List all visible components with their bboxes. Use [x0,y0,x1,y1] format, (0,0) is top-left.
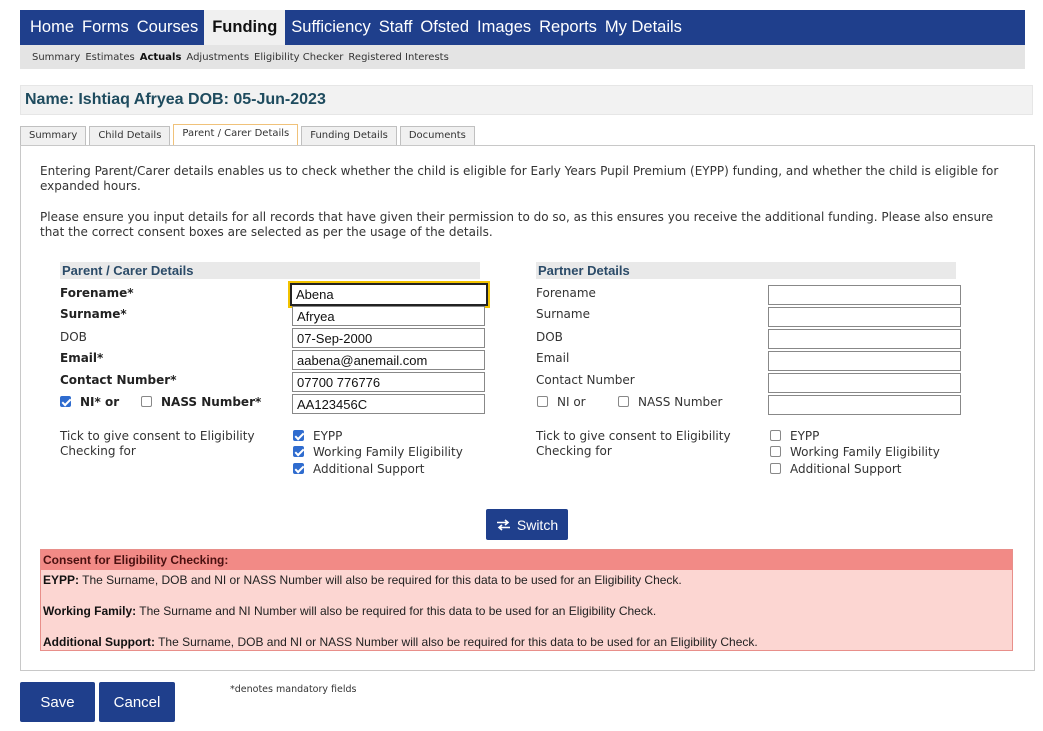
partner-consent-eypp-label: EYPP [790,429,820,443]
parent-consent-label: Tick to give consent to Eligibility Chec… [60,429,255,458]
parent-contact-input[interactable] [292,372,485,392]
parent-nass-checkbox[interactable] [141,396,152,407]
parent-consent-eypp-checkbox[interactable] [293,430,304,441]
partner-consent-label: Tick to give consent to Eligibility Chec… [536,429,731,458]
partner-forename-label: Forename [536,286,596,300]
consent-heading: Consent for Eligibility Checking: [41,550,1012,570]
swap-arrows-icon [496,518,510,531]
nav-ofsted[interactable]: Ofsted [416,10,473,45]
nav-reports[interactable]: Reports [535,10,601,45]
consent-key-eypp: EYPP: [43,573,80,587]
partner-contact-label: Contact Number [536,373,635,387]
tab-bar: Summary Child Details Parent / Carer Det… [20,124,478,145]
parent-consent-eypp-label: EYPP [313,429,343,443]
partner-ni-checkbox[interactable] [537,396,548,407]
partner-section-heading: Partner Details [536,262,956,279]
partner-surname-label: Surname [536,307,590,321]
page-title: Name: Ishtiaq Afryea DOB: 05-Jun-2023 [20,85,1033,115]
partner-consent-working-family-label: Working Family Eligibility [790,445,940,459]
nav-images[interactable]: Images [473,10,535,45]
nav-courses[interactable]: Courses [133,10,202,45]
consent-line-working-family: Working Family: The Surname and NI Numbe… [43,604,656,618]
partner-email-label: Email [536,351,570,365]
subnav-registered-interests[interactable]: Registered Interests [348,52,448,63]
partner-nass-checkbox[interactable] [618,396,629,407]
consent-text-working-family: The Surname and NI Number will also be r… [136,604,657,618]
switch-label: Switch [516,516,559,533]
mandatory-note: *denotes mandatory fields [230,684,357,695]
subnav-estimates[interactable]: Estimates [85,52,134,63]
parent-section-heading: Parent / Carer Details [60,262,480,279]
partner-consent-additional-support-label: Additional Support [790,462,902,476]
parent-consent-additional-support-checkbox[interactable] [293,463,304,474]
partner-surname-input[interactable] [768,307,961,327]
tab-child-details[interactable]: Child Details [89,126,171,145]
parent-consent-working-family-label: Working Family Eligibility [313,445,463,459]
partner-email-input[interactable] [768,351,961,371]
subnav-eligibility-checker[interactable]: Eligibility Checker [254,52,343,63]
partner-contact-input[interactable] [768,373,961,393]
partner-nass-label: NASS Number [638,395,723,409]
parent-contact-label: Contact Number* [60,373,177,387]
subnav-actuals[interactable]: Actuals [140,52,182,63]
intro-paragraph-2: Please ensure you input details for all … [40,210,994,239]
parent-surname-input[interactable] [292,306,485,326]
parent-nass-label: NASS Number* [161,395,262,409]
partner-consent-additional-support-checkbox[interactable] [770,463,781,474]
partner-ni-label: NI or [557,395,586,409]
consent-info-box: Consent for Eligibility Checking: EYPP: … [40,549,1013,651]
parent-dob-input[interactable] [292,328,485,348]
tab-summary[interactable]: Summary [20,126,87,145]
parent-forename-label: Forename* [60,286,134,300]
parent-forename-input[interactable] [290,283,488,306]
parent-surname-label: Surname* [60,307,127,321]
tab-parent-carer-details[interactable]: Parent / Carer Details [173,124,299,145]
subnav-summary[interactable]: Summary [32,52,80,63]
nav-sufficiency[interactable]: Sufficiency [287,10,375,45]
consent-text-eypp: The Surname, DOB and NI or NASS Number w… [79,573,682,587]
consent-line-eypp: EYPP: The Surname, DOB and NI or NASS Nu… [43,573,682,587]
top-nav: Home Forms Courses Funding Sufficiency S… [20,10,1025,45]
consent-key-working-family: Working Family: [43,604,137,618]
parent-email-input[interactable] [292,350,485,370]
nav-my-details[interactable]: My Details [601,10,686,45]
tab-funding-details[interactable]: Funding Details [301,126,397,145]
tab-documents[interactable]: Documents [399,126,475,145]
nav-forms[interactable]: Forms [78,10,133,45]
nav-home[interactable]: Home [20,10,78,45]
nav-funding[interactable]: Funding [204,10,286,45]
consent-text-additional-support: The Surname, DOB and NI or NASS Number w… [154,635,758,649]
parent-consent-additional-support-label: Additional Support [313,462,425,476]
consent-key-additional-support: Additional Support: [43,635,155,649]
parent-consent-working-family-checkbox[interactable] [293,446,304,457]
partner-consent-working-family-checkbox[interactable] [770,446,781,457]
switch-button[interactable]: Switch [486,509,568,540]
parent-ni-label: NI* or [80,395,120,409]
subnav-adjustments[interactable]: Adjustments [186,52,249,63]
partner-ni-input[interactable] [768,395,961,415]
parent-dob-label: DOB [60,330,87,344]
partner-dob-input[interactable] [768,329,961,349]
partner-consent-eypp-checkbox[interactable] [770,430,781,441]
sub-nav: Summary Estimates Actuals Adjustments El… [20,45,1025,69]
partner-dob-label: DOB [536,330,563,344]
parent-ni-input[interactable] [292,394,485,414]
partner-forename-input[interactable] [768,285,961,305]
parent-email-label: Email* [60,351,104,365]
parent-ni-checkbox[interactable] [60,396,71,407]
nav-staff[interactable]: Staff [375,10,417,45]
cancel-button[interactable]: Cancel [99,682,175,722]
intro-paragraph-1: Entering Parent/Carer details enables us… [40,164,999,193]
save-button[interactable]: Save [20,682,95,722]
consent-line-additional-support: Additional Support: The Surname, DOB and… [43,635,758,649]
